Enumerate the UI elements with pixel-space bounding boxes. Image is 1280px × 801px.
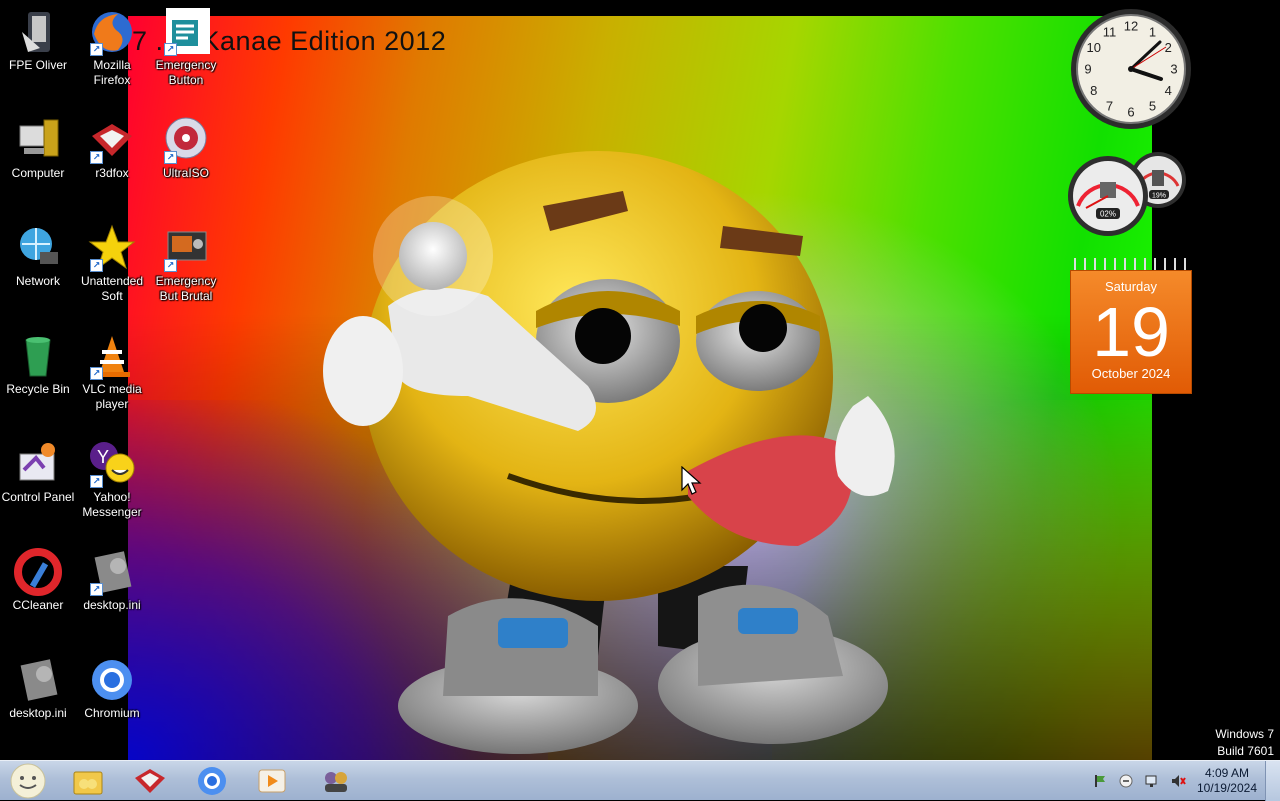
desktop-icon-unattended-soft[interactable]: ↗ Unattended Soft [74,224,150,304]
mouse-cursor-icon [681,466,702,495]
desktop-icon-recycle-bin[interactable]: Recycle Bin [0,332,76,397]
taskbar-extra-app-button[interactable] [314,763,358,799]
start-orb-smiley-icon [10,763,46,799]
shortcut-arrow-icon: ↗ [164,151,177,164]
clock-numeral: 12 [1124,19,1138,34]
folder-icon [14,8,62,56]
windows-build-watermark: Windows 7 Build 7601 [1215,727,1274,758]
desktop-icon-ccleaner[interactable]: CCleaner [0,548,76,613]
emergency-button-icon: ↗ [162,8,210,56]
desktop-icon-desktop-ini-2[interactable]: desktop.ini [0,656,76,721]
calendar-weekday: Saturday [1104,279,1158,294]
star-icon: ↗ [88,224,136,272]
desktop-icon-fpe-oliver[interactable]: FPE Oliver [0,8,76,73]
clock-numeral: 4 [1165,83,1172,98]
media-player-icon [258,769,286,793]
desktop-wallpaper [128,16,1152,760]
desktop-icon-r3dfox[interactable]: ↗ r3dfox [74,116,150,181]
analog-clock-gadget[interactable]: 12 1234567891011 [1068,6,1194,132]
clock-numeral: 3 [1170,62,1177,77]
explorer-folder-icon [73,771,103,795]
action-center-flag-icon[interactable] [1092,773,1108,789]
shortcut-arrow-icon: ↗ [90,583,103,596]
clock-numeral: 1 [1149,24,1156,39]
network-monitor-icon[interactable] [1144,773,1160,789]
desktop-icon-control-panel[interactable]: Control Panel [0,440,76,505]
firefox-icon: ↗ [88,8,136,56]
shortcut-arrow-icon: ↗ [164,259,177,272]
clock-numeral: 7 [1106,99,1113,114]
desktop-icon-network[interactable]: Network [0,224,76,289]
yahoo-messenger-icon: Y ↗ [88,440,136,488]
ccleaner-icon [14,548,62,596]
clock-numeral: 9 [1084,62,1091,77]
disc-icon: ↗ [162,116,210,164]
shortcut-arrow-icon: ↗ [164,43,177,56]
cpu-meter-gadget[interactable]: 19% 02% [1066,150,1194,242]
r3dfox-icon [135,769,165,793]
taskbar-date: 10/19/2024 [1196,781,1257,795]
taskbar: 4:09 AM 10/19/2024 [0,760,1280,801]
shortcut-arrow-icon: ↗ [90,475,103,488]
clock-numeral: 10 [1087,40,1101,55]
shortcut-arrow-icon: ↗ [90,367,103,380]
desktop-icon-yahoo-messenger[interactable]: Y ↗ Yahoo! Messenger [74,440,150,520]
shortcut-arrow-icon: ↗ [90,151,103,164]
cpu-usage-text: 02% [1100,210,1116,219]
taskbar-clock[interactable]: 4:09 AM 10/19/2024 [1197,766,1257,796]
settings-file-icon [14,656,62,704]
calendar-day-number: 19 [1092,293,1170,371]
clock-numeral: 11 [1103,24,1117,39]
calendar-gadget[interactable]: Saturday 19 October 2024 [1070,258,1192,394]
people-app-icon [325,772,347,792]
calendar-month-year: October 2024 [1091,366,1171,381]
ram-usage-text: 19% [1152,193,1166,200]
desktop-icon-chromium[interactable]: Chromium [74,656,150,721]
chromium-icon [198,767,226,795]
show-desktop-button[interactable] [1265,761,1280,801]
desktop-icon-emergency-button[interactable]: ↗ Emergency Button [148,8,224,88]
smiley-character-image [323,151,895,754]
r3dfox-icon: ↗ [88,116,136,164]
chat-bubble-icon[interactable] [1118,773,1134,789]
clock-numeral: 6 [1127,105,1134,120]
taskbar-time: 4:09 AM [1204,766,1249,780]
control-panel-icon [14,440,62,488]
clock-numeral: 8 [1090,83,1097,98]
system-tray: 4:09 AM 10/19/2024 [1087,761,1280,801]
computer-icon [14,116,62,164]
brutal-emergency-icon: ↗ [162,224,210,272]
taskbar-chromium-button[interactable] [190,763,234,799]
taskbar-r3dfox-button[interactable] [128,763,172,799]
desktop-icon-vlc-media-player[interactable]: ↗ VLC media player [74,332,150,412]
vlc-cone-icon: ↗ [88,332,136,380]
volume-muted-icon[interactable] [1170,773,1186,789]
settings-file-icon: ↗ [88,548,136,596]
chromium-icon [88,656,136,704]
desktop-icon-ultraiso[interactable]: ↗ UltraISO [148,116,224,181]
network-globe-icon [14,224,62,272]
desktop-icon-desktop-ini-1[interactable]: ↗ desktop.ini [74,548,150,613]
clock-numeral: 5 [1149,99,1156,114]
start-button[interactable] [6,763,50,799]
taskbar-media-player-button[interactable] [250,763,294,799]
desktop-icon-emergency-but-brutal[interactable]: ↗ Emergency But Brutal [148,224,224,304]
shortcut-arrow-icon: ↗ [90,43,103,56]
taskbar-explorer-button[interactable] [66,763,110,799]
shortcut-arrow-icon: ↗ [90,259,103,272]
recycle-bin-icon [14,332,62,380]
desktop-icon-mozilla-firefox[interactable]: ↗ Mozilla Firefox [74,8,150,88]
desktop-icon-computer[interactable]: Computer [0,116,76,181]
